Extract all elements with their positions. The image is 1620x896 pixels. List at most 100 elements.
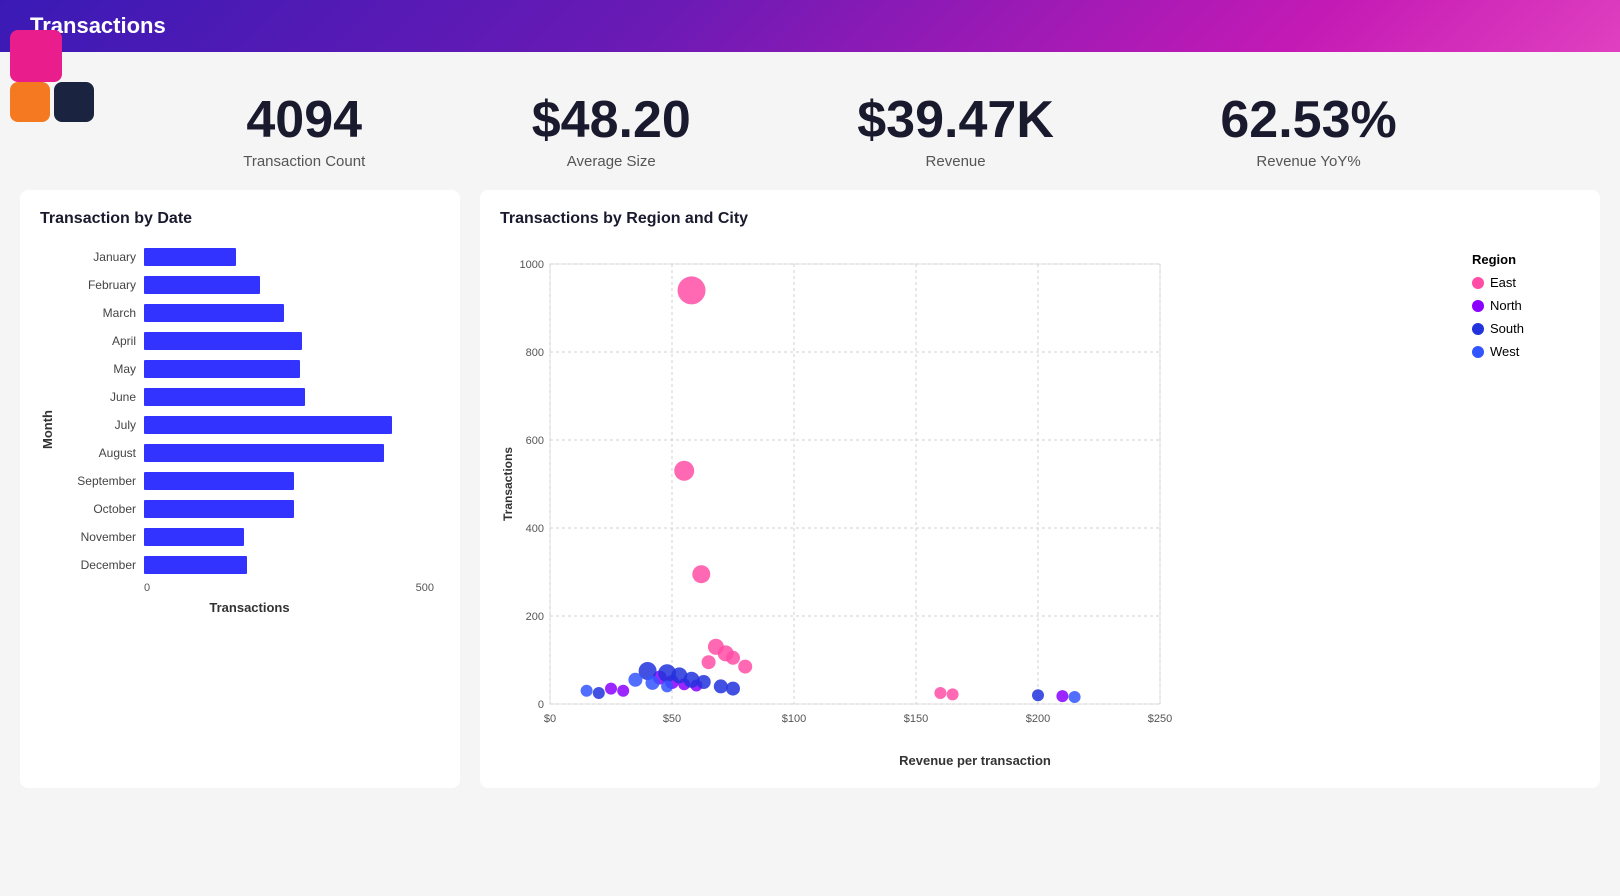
bar-fill: [144, 388, 305, 406]
bar-track: [144, 360, 440, 378]
svg-text:0: 0: [538, 699, 544, 711]
bar-track: [144, 276, 440, 294]
bar-track: [144, 528, 440, 546]
kpi-label: Transaction Count: [243, 153, 365, 170]
scatter-chart-title: Transactions by Region and City: [500, 210, 1580, 228]
bar-fill: [144, 556, 247, 574]
bar-track: [144, 500, 440, 518]
svg-text:800: 800: [526, 347, 544, 359]
logo-area: [10, 30, 62, 82]
svg-text:Transactions: Transactions: [501, 447, 515, 521]
bar-row: February: [59, 272, 440, 298]
bar-track: [144, 304, 440, 322]
legend-item: South: [1472, 321, 1568, 336]
kpi-value: 62.53%: [1220, 92, 1396, 149]
logo-navy: [54, 82, 94, 122]
bar-x-axis-label: Transactions: [59, 600, 440, 615]
bar-row: October: [59, 496, 440, 522]
bar-fill: [144, 528, 244, 546]
svg-text:$250: $250: [1148, 713, 1172, 725]
scatter-svg-container: 0 200 400 600 800 1000 $0 $50 $100 $150 $200 $250 Tr…: [500, 244, 1450, 768]
bar-fill: [144, 416, 392, 434]
bar-row: August: [59, 440, 440, 466]
kpi-label: Revenue: [857, 153, 1054, 170]
kpi-label: Average Size: [532, 153, 691, 170]
bar-fill: [144, 248, 236, 266]
legend-item: North: [1472, 298, 1568, 313]
bar-track: [144, 472, 440, 490]
legend-item: West: [1472, 344, 1568, 359]
svg-text:$200: $200: [1026, 713, 1050, 725]
svg-text:200: 200: [526, 611, 544, 623]
svg-text:$0: $0: [544, 713, 556, 725]
legend-label: South: [1490, 321, 1524, 336]
bar-track: [144, 556, 440, 574]
bar-month-label: July: [59, 418, 144, 432]
bar-row: December: [59, 552, 440, 578]
bar-fill: [144, 500, 294, 518]
bar-track: [144, 444, 440, 462]
logo-orange: [10, 82, 50, 122]
bar-row: May: [59, 356, 440, 382]
kpi-item: 62.53% Revenue YoY%: [1220, 92, 1396, 170]
bar-month-label: April: [59, 334, 144, 348]
kpi-value: $48.20: [532, 92, 691, 149]
svg-text:$50: $50: [663, 713, 681, 725]
bar-month-label: May: [59, 362, 144, 376]
charts-row: Transaction by Date Month JanuaryFebruar…: [0, 180, 1620, 808]
legend-dot: [1472, 277, 1484, 289]
bar-row: March: [59, 300, 440, 326]
legend-label: North: [1490, 298, 1522, 313]
bar-fill: [144, 304, 284, 322]
bar-fill: [144, 444, 384, 462]
kpi-item: 4094 Transaction Count: [243, 92, 365, 170]
scatter-chart-container: Transactions by Region and City 0 200 400 6…: [480, 190, 1600, 788]
bar-month-label: September: [59, 474, 144, 488]
bar-chart-title: Transaction by Date: [40, 210, 440, 228]
bar-row: September: [59, 468, 440, 494]
scatter-area: 0 200 400 600 800 1000 $0 $50 $100 $150 $200 $250 Tr…: [500, 244, 1580, 768]
legend-label: East: [1490, 275, 1516, 290]
bar-month-label: August: [59, 446, 144, 460]
bar-month-label: March: [59, 306, 144, 320]
bar-month-label: June: [59, 390, 144, 404]
kpi-item: $39.47K Revenue: [857, 92, 1054, 170]
svg-text:600: 600: [526, 435, 544, 447]
legend-label: West: [1490, 344, 1519, 359]
bar-fill: [144, 332, 302, 350]
bar-fill: [144, 360, 300, 378]
legend-title: Region: [1472, 252, 1568, 267]
kpi-value: $39.47K: [857, 92, 1054, 149]
bar-row: July: [59, 412, 440, 438]
bar-month-label: February: [59, 278, 144, 292]
bar-month-label: November: [59, 530, 144, 544]
kpi-label: Revenue YoY%: [1220, 153, 1396, 170]
bar-row: November: [59, 524, 440, 550]
kpi-row: 4094 Transaction Count $48.20 Average Si…: [0, 62, 1620, 180]
bar-track: [144, 332, 440, 350]
legend-dot: [1472, 346, 1484, 358]
logo-pink: [10, 30, 62, 82]
bar-month-label: October: [59, 502, 144, 516]
bar-row: June: [59, 384, 440, 410]
svg-text:1000: 1000: [520, 259, 544, 271]
bar-fill: [144, 276, 260, 294]
header: Transactions: [0, 0, 1620, 52]
kpi-value: 4094: [243, 92, 365, 149]
bar-month-label: January: [59, 250, 144, 264]
legend-dot: [1472, 300, 1484, 312]
svg-text:$150: $150: [904, 713, 928, 725]
svg-text:400: 400: [526, 523, 544, 535]
svg-text:$100: $100: [782, 713, 806, 725]
bar-track: [144, 388, 440, 406]
bar-chart: January February March April May June July Augu…: [59, 244, 440, 578]
bar-chart-container: Transaction by Date Month JanuaryFebruar…: [20, 190, 460, 788]
scatter-legend: Region East North South West: [1460, 244, 1580, 768]
legend-item: East: [1472, 275, 1568, 290]
scatter-plot: 0 200 400 600 800 1000 $0 $50 $100 $150 $200 $250 Tr…: [500, 244, 1180, 744]
legend-dot: [1472, 323, 1484, 335]
bar-month-label: December: [59, 558, 144, 572]
bar-row: April: [59, 328, 440, 354]
kpi-item: $48.20 Average Size: [532, 92, 691, 170]
bar-track: [144, 248, 440, 266]
